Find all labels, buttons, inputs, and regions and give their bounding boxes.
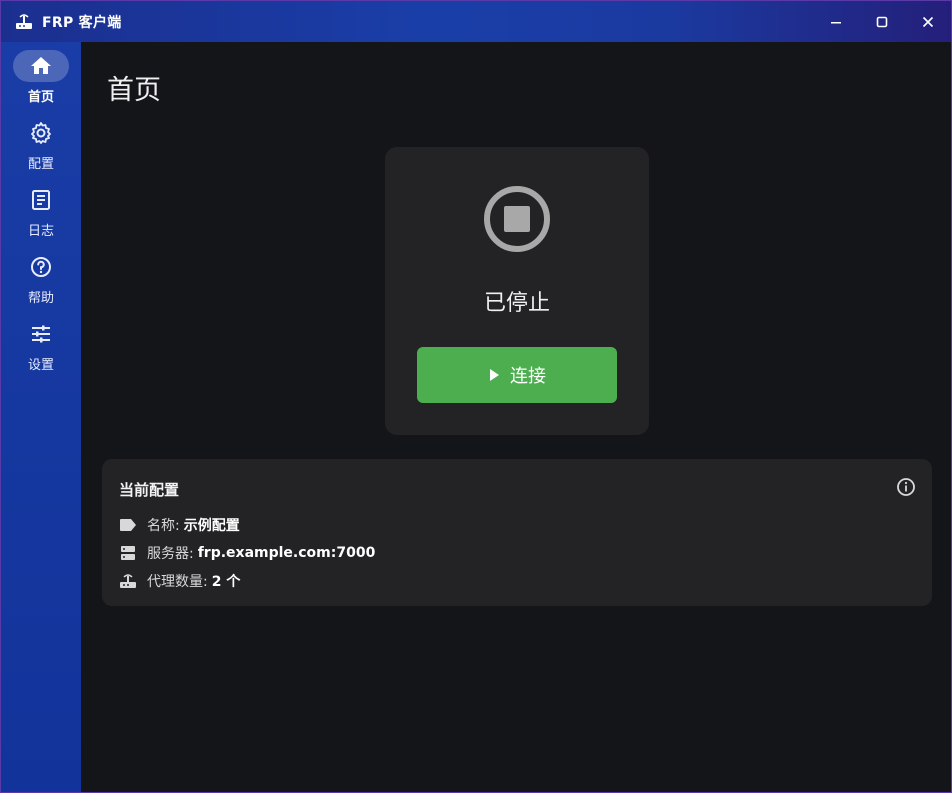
router-icon: [120, 574, 136, 588]
sidebar-item-label: 配置: [27, 157, 54, 172]
current-config-card: 当前配置 名称: 示例配置 服务器: frp.example.com:7000 …: [102, 459, 932, 606]
sliders-icon: [32, 325, 50, 343]
sidebar-item-label: 日志: [27, 224, 54, 239]
gear-icon: [31, 122, 51, 144]
sidebar-item-settings[interactable]: 设置: [1, 318, 81, 380]
title-bar[interactable]: FRP 客户端: [1, 1, 951, 42]
config-proxy-label: 代理数量:: [147, 574, 208, 590]
config-server-row: 服务器: frp.example.com:7000: [119, 543, 375, 563]
config-name-row: 名称: 示例配置: [119, 515, 240, 535]
maximize-button[interactable]: [859, 1, 905, 42]
config-proxy-row: 代理数量: 2 个: [119, 571, 240, 591]
info-icon[interactable]: [896, 477, 916, 497]
minimize-button[interactable]: [813, 1, 859, 42]
status-card: 已停止 连接: [385, 147, 649, 435]
play-icon: [490, 369, 499, 381]
minimize-icon: [831, 21, 841, 23]
help-icon: [31, 257, 51, 277]
connect-button[interactable]: 连接: [417, 347, 617, 403]
connect-button-label: 连接: [510, 366, 546, 386]
connection-status: 已停止: [483, 291, 550, 316]
config-name-label: 名称:: [147, 518, 180, 534]
maximize-icon: [876, 16, 888, 27]
sidebar-item-label: 首页: [27, 90, 54, 105]
sidebar-item-home[interactable]: 首页: [1, 50, 81, 112]
app-router-icon: [15, 13, 33, 31]
app-window: FRP 客户端 首页 配置 日志 帮助 设置 首页 已停止 连接 当前配置 名称…: [0, 0, 952, 793]
server-icon: [121, 546, 135, 560]
sidebar-item-help[interactable]: 帮助: [1, 251, 81, 313]
main-content: 首页 已停止 连接 当前配置 名称: 示例配置 服务器: frp.example…: [81, 42, 951, 792]
sidebar-item-label: 帮助: [27, 291, 54, 306]
config-proxy-value: 2 个: [211, 574, 241, 590]
config-name-value: 示例配置: [183, 518, 240, 534]
page-title: 首页: [107, 75, 161, 106]
close-icon: [922, 16, 934, 27]
home-icon: [31, 57, 51, 74]
config-server-value: frp.example.com:7000: [197, 545, 376, 561]
config-card-title: 当前配置: [119, 481, 180, 499]
sidebar: 首页 配置 日志 帮助 设置: [1, 42, 81, 792]
sidebar-item-config[interactable]: 配置: [1, 117, 81, 179]
sidebar-item-logs[interactable]: 日志: [1, 184, 81, 246]
close-button[interactable]: [905, 1, 951, 42]
tag-icon: [120, 519, 136, 531]
sidebar-item-label: 设置: [27, 358, 54, 373]
document-icon: [32, 190, 50, 210]
stop-circle-icon: [484, 186, 550, 252]
window-title: FRP 客户端: [42, 14, 122, 31]
config-server-label: 服务器:: [147, 546, 194, 562]
window-controls: [813, 1, 951, 42]
